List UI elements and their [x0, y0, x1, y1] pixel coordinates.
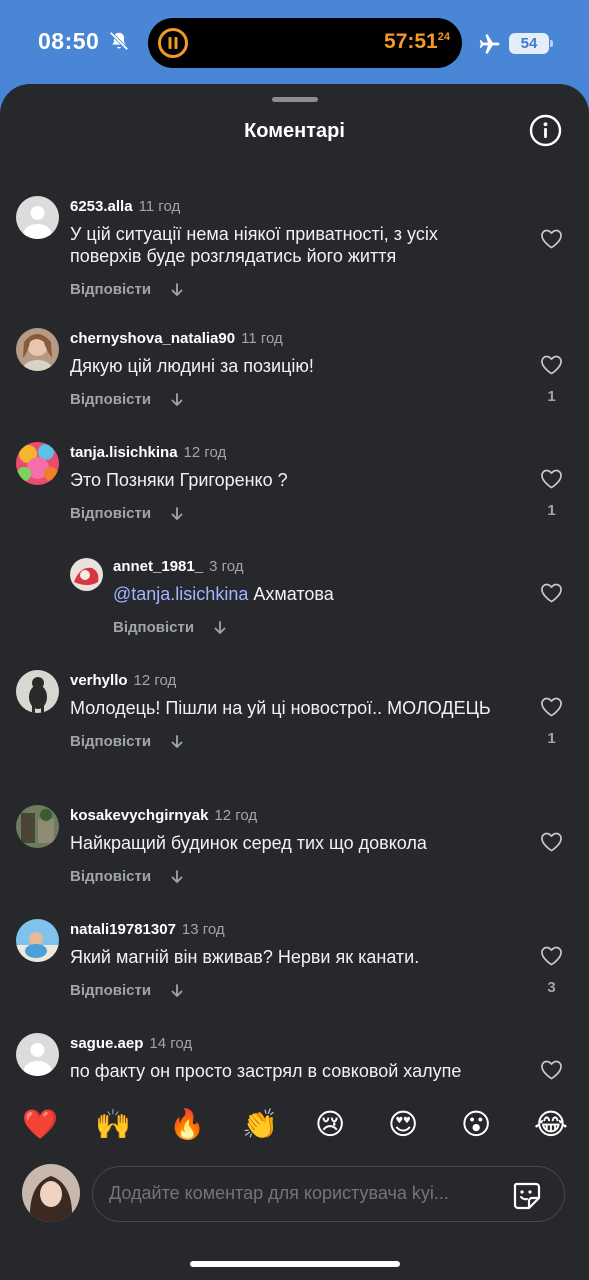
arrow-down-icon[interactable]	[169, 506, 185, 522]
comment-text: У цій ситуації нема ніякої приватності, …	[70, 224, 438, 266]
comment-username[interactable]: sague.aep	[70, 1035, 143, 1052]
comments-sheet: Коментарі 6253.alla 11 год У цій ситуації…	[0, 84, 589, 1280]
sheet-drag-handle[interactable]	[272, 97, 318, 102]
arrow-down-icon[interactable]	[169, 983, 185, 999]
comment-time: 14 год	[149, 1035, 193, 1052]
timer-text: 57:5124	[384, 30, 450, 53]
like-count: 1	[547, 730, 556, 747]
comment-body: chernyshova_natalia90 11 год Дякую цій лю…	[70, 330, 510, 408]
heart-outline-icon[interactable]	[540, 831, 563, 852]
comment-username[interactable]: kosakevychgirnyak	[70, 807, 208, 824]
comment-time: 12 год	[133, 672, 177, 689]
heart-outline-icon[interactable]	[540, 354, 563, 375]
comment-username[interactable]: natali19781307	[70, 921, 176, 938]
comment-text: Это Позняки Григоренко ?	[70, 470, 288, 490]
current-user-avatar[interactable]	[22, 1164, 80, 1222]
bell-slash-icon	[108, 30, 130, 52]
emoji-clap[interactable]: 👏	[242, 1104, 278, 1144]
reply-button[interactable]: Відповісти	[70, 391, 151, 408]
arrow-down-icon[interactable]	[169, 392, 185, 408]
comment-time: 11 год	[241, 330, 283, 347]
arrow-down-icon[interactable]	[169, 734, 185, 750]
comment-time: 3 год	[209, 558, 244, 575]
pause-timer-icon	[157, 27, 189, 59]
comment-body: annet_1981_ 3 год @tanja.lisichkina Ахмат…	[113, 558, 513, 636]
comments-list[interactable]: 6253.alla 11 год У цій ситуації нема ніяк…	[0, 184, 589, 1084]
comment-text: Дякую цій людині за позицію!	[70, 356, 314, 376]
comment-text: Найкращий будинок серед тих що довкола	[70, 833, 427, 853]
heart-outline-icon[interactable]	[540, 582, 563, 603]
reply-button[interactable]: Відповісти	[70, 505, 151, 522]
comment-time: 12 год	[214, 807, 258, 824]
comment-body: 6253.alla 11 год У цій ситуації нема ніяк…	[70, 198, 510, 298]
emoji-heart[interactable]: ❤️	[22, 1104, 58, 1144]
arrow-down-icon[interactable]	[212, 620, 228, 636]
comment-username[interactable]: tanja.lisichkina	[70, 444, 178, 461]
avatar[interactable]	[16, 805, 59, 848]
comment-time: 11 год	[138, 198, 181, 215]
avatar[interactable]	[16, 328, 59, 371]
sheet-title: Коментарі	[244, 120, 345, 142]
like-count: 1	[547, 502, 556, 519]
comment-username[interactable]: chernyshova_natalia90	[70, 330, 235, 347]
reply-button[interactable]: Відповісти	[70, 868, 151, 885]
comment-username[interactable]: 6253.alla	[70, 198, 133, 215]
arrow-down-icon[interactable]	[169, 282, 185, 298]
comment-text: @tanja.lisichkina Ахматова	[113, 584, 334, 604]
heart-outline-icon[interactable]	[540, 468, 563, 489]
comment-time: 12 год	[183, 444, 227, 461]
comment-body: verhyllo 12 год Молодець! Пішли на уй ці …	[70, 672, 510, 750]
comment-time: 13 год	[181, 921, 225, 938]
avatar[interactable]	[16, 442, 59, 485]
avatar[interactable]	[16, 670, 59, 713]
emoji-heart-eyes[interactable]: 😍	[388, 1104, 418, 1144]
airplane-icon	[478, 32, 502, 56]
like-count: 1	[547, 388, 556, 405]
avatar[interactable]	[16, 1033, 59, 1076]
comment-body: kosakevychgirnyak 12 год Найкращий будино…	[70, 807, 510, 885]
heart-outline-icon[interactable]	[540, 1059, 563, 1080]
comment-body: sague.aep 14 год по факту он просто застр…	[70, 1035, 510, 1082]
reply-button[interactable]: Відповісти	[70, 733, 151, 750]
comment-composer	[92, 1166, 565, 1222]
heart-outline-icon[interactable]	[540, 228, 563, 249]
home-indicator	[190, 1261, 400, 1267]
info-icon[interactable]	[529, 114, 562, 147]
comment-body: natali19781307 13 год Який магній він вжи…	[70, 921, 510, 999]
emoji-raised-hands[interactable]: 🙌	[95, 1104, 131, 1144]
avatar[interactable]	[70, 558, 103, 591]
mention-link[interactable]: @tanja.lisichkina	[113, 584, 248, 604]
comment-input[interactable]	[109, 1183, 484, 1204]
reply-button[interactable]: Відповісти	[70, 281, 151, 298]
arrow-down-icon[interactable]	[169, 869, 185, 885]
battery-indicator: 54	[509, 33, 553, 54]
emoji-crying[interactable]: 😢	[315, 1104, 345, 1144]
emoji-fire[interactable]: 🔥	[169, 1104, 205, 1144]
status-time: 08:50	[38, 28, 100, 54]
comment-text: Який магній він вживав? Нерви як канати.	[70, 947, 420, 967]
like-count: 3	[547, 979, 556, 996]
sticker-icon[interactable]	[510, 1179, 542, 1211]
comment-username[interactable]: verhyllo	[70, 672, 128, 689]
emoji-surprised[interactable]: 😮	[461, 1104, 491, 1144]
comment-username[interactable]: annet_1981_	[113, 558, 203, 575]
heart-outline-icon[interactable]	[540, 696, 563, 717]
reply-button[interactable]: Відповісти	[70, 982, 151, 999]
dynamic-island[interactable]: 57:5124	[148, 18, 462, 68]
comment-body: tanja.lisichkina 12 год Это Позняки Григо…	[70, 444, 510, 522]
avatar[interactable]	[16, 919, 59, 962]
emoji-laughing[interactable]: 😂	[534, 1104, 568, 1144]
avatar[interactable]	[16, 196, 59, 239]
status-bar: 08:50 57:5124 54	[0, 0, 589, 86]
emoji-reaction-bar: ❤️ 🙌 🔥 👏 😢 😍 😮 😂	[0, 1104, 589, 1148]
comment-text: по факту он просто застрял в совковой ха…	[70, 1061, 462, 1081]
heart-outline-icon[interactable]	[540, 945, 563, 966]
comment-text: Молодець! Пішли на уй ці новострої.. МОЛ…	[70, 698, 491, 718]
reply-button[interactable]: Відповісти	[113, 619, 194, 636]
